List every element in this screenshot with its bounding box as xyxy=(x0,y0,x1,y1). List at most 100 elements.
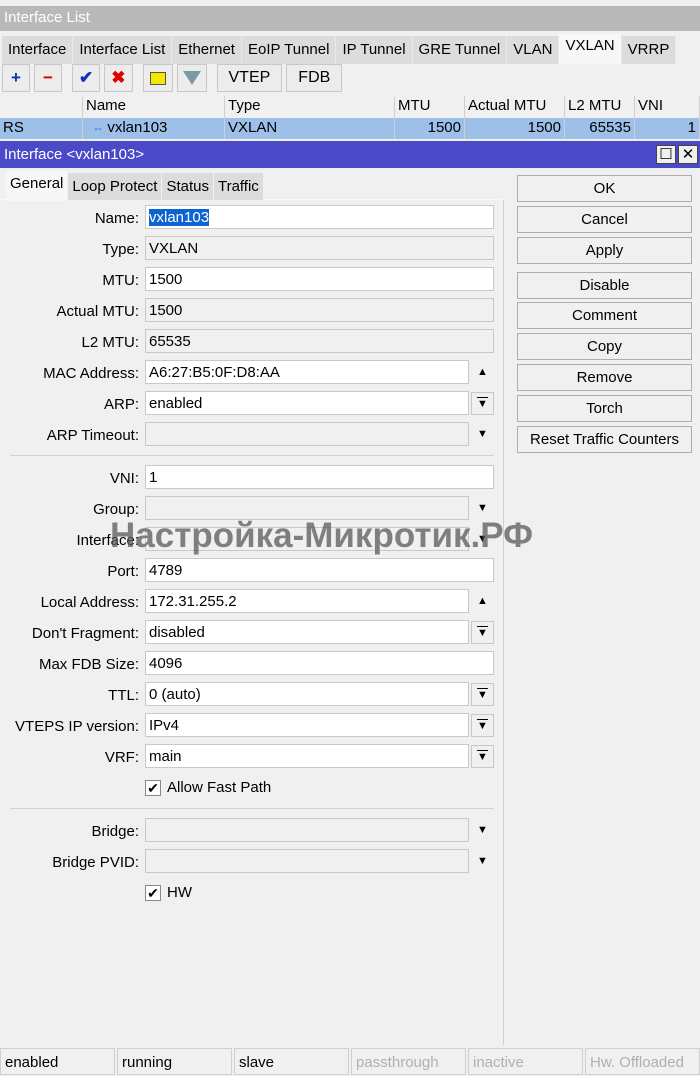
add-button[interactable]: + xyxy=(2,64,30,92)
ok-button[interactable]: OK xyxy=(517,175,692,202)
cancel-button[interactable]: Cancel xyxy=(517,205,692,233)
disable-button[interactable]: Disable xyxy=(517,271,692,299)
vteps-ip-version-field[interactable]: IPv4 xyxy=(145,713,469,737)
fdb-button[interactable]: FDB xyxy=(286,64,343,92)
mtu-field[interactable]: 1500 xyxy=(145,267,494,291)
apply-button[interactable]: Apply xyxy=(517,236,692,264)
dialog-title: Interface <vxlan103> xyxy=(4,146,145,163)
tab-interface-list[interactable]: Interface List xyxy=(73,36,173,64)
cell-mtu: 1500 xyxy=(395,118,465,139)
max-fdb-size-field[interactable]: 4096 xyxy=(145,651,494,675)
expand-down-icon[interactable]: ▼ xyxy=(471,819,494,842)
mtu-value: 1500 xyxy=(149,271,183,288)
copy-button[interactable]: Copy xyxy=(517,333,692,361)
dropdown-button[interactable]: ▼ xyxy=(471,392,494,415)
tab-traffic[interactable]: Traffic xyxy=(213,173,264,200)
dont-fragment-label: Don't Fragment: xyxy=(31,625,139,642)
comment-icon xyxy=(149,71,166,85)
port-value: 4789 xyxy=(149,562,183,579)
vtep-button[interactable]: VTEP xyxy=(216,64,283,92)
expand-down-icon[interactable]: ▼ xyxy=(471,850,494,873)
max-fdb-size-row: Max FDB Size: 4096 xyxy=(0,651,500,682)
tab-loop-protect[interactable]: Loop Protect xyxy=(68,173,163,200)
tab-interface[interactable]: Interface xyxy=(2,36,74,64)
maximize-button[interactable]: ☐ xyxy=(656,145,676,164)
expand-down-icon[interactable]: ▼ xyxy=(471,423,494,446)
arp-field[interactable]: enabled xyxy=(145,391,469,415)
dropdown-button[interactable]: ▼ xyxy=(471,683,494,706)
torch-button[interactable]: Torch xyxy=(517,394,692,422)
cell-value: RS xyxy=(3,119,24,136)
l2-mtu-value: 65535 xyxy=(149,333,191,350)
local-address-row: Local Address: 172.31.255.2 ▲ xyxy=(0,589,500,620)
vni-value: 1 xyxy=(149,469,158,486)
bridge-field[interactable] xyxy=(145,818,469,842)
bridge-pvid-label: Bridge PVID: xyxy=(52,854,139,871)
port-field[interactable]: 4789 xyxy=(145,558,494,582)
mac-address-field[interactable]: A6:27:B5:0F:D8:AA xyxy=(145,360,469,384)
name-field[interactable]: vxlan103 xyxy=(145,205,494,229)
column-header[interactable] xyxy=(0,96,83,118)
cell-value: VXLAN xyxy=(228,119,278,136)
tab-gre-tunnel[interactable]: GRE Tunnel xyxy=(412,36,508,64)
reset-traffic-counters-button[interactable]: Reset Traffic Counters xyxy=(517,425,692,453)
tab-vrrp[interactable]: VRRP xyxy=(621,36,677,64)
remove-button[interactable]: Remove xyxy=(517,363,692,391)
local-address-field[interactable]: 172.31.255.2 xyxy=(145,589,469,613)
tab-general[interactable]: General xyxy=(6,171,69,201)
arp-timeout-field[interactable] xyxy=(145,422,469,446)
ttl-field[interactable]: 0 (auto) xyxy=(145,682,469,706)
comment-button[interactable] xyxy=(142,64,173,92)
tab-status[interactable]: Status xyxy=(162,173,214,200)
column-header[interactable]: Name xyxy=(83,96,225,118)
filter-button[interactable] xyxy=(176,64,207,92)
tab-eoip-tunnel[interactable]: EoIP Tunnel xyxy=(241,36,337,64)
interface-tabs: Interface Interface List Ethernet EoIP Tunn… xyxy=(0,34,700,64)
column-header[interactable]: L2 MTU xyxy=(565,96,635,118)
dropdown-button[interactable]: ▼ xyxy=(471,714,494,737)
dont-fragment-row: Don't Fragment: disabled ▼ xyxy=(0,620,500,651)
enable-button[interactable]: ✔ xyxy=(72,64,101,92)
remove-button[interactable]: − xyxy=(34,64,62,92)
mac-address-label: MAC Address: xyxy=(43,365,139,382)
tab-vlan[interactable]: VLAN xyxy=(507,36,560,64)
interface-list-title: Interface List xyxy=(0,6,700,31)
expand-up-icon[interactable]: ▲ xyxy=(471,361,494,384)
l2-mtu-row: L2 MTU: 65535 xyxy=(0,329,500,360)
minus-icon: − xyxy=(43,68,53,87)
vrf-field[interactable]: main xyxy=(145,744,469,768)
tab-ip-tunnel[interactable]: IP Tunnel xyxy=(336,36,413,64)
dropdown-button[interactable]: ▼ xyxy=(471,745,494,768)
mac-address-value: A6:27:B5:0F:D8:AA xyxy=(149,364,280,381)
watermark: Настройка-Микротик.РФ xyxy=(110,516,533,555)
dont-fragment-field[interactable]: disabled xyxy=(145,620,469,644)
type-value: VXLAN xyxy=(149,240,199,257)
actual-mtu-row: Actual MTU: 1500 xyxy=(0,298,500,329)
bridge-pvid-field[interactable] xyxy=(145,849,469,873)
column-header[interactable]: VNI xyxy=(635,96,700,118)
arp-value: enabled xyxy=(149,395,203,412)
column-header[interactable]: MTU xyxy=(395,96,465,118)
allow-fast-path-checkbox[interactable]: ✔ Allow Fast Path xyxy=(145,779,271,796)
column-header[interactable]: Actual MTU xyxy=(465,96,565,118)
cell-type: VXLAN xyxy=(225,118,395,139)
table-header: Name Type MTU Actual MTU L2 MTU VNI xyxy=(0,96,700,118)
status-bar: enabled running slave passthrough inactive Hw… xyxy=(0,1048,700,1076)
vteps-ip-version-row: VTEPS IP version: IPv4 ▼ xyxy=(0,713,500,744)
hw-checkbox[interactable]: ✔ HW xyxy=(145,884,192,901)
column-header[interactable]: Type xyxy=(225,96,395,118)
dropdown-button[interactable]: ▼ xyxy=(471,621,494,644)
vni-row: VNI: 1 xyxy=(0,465,500,496)
close-button[interactable]: ✕ xyxy=(678,145,698,164)
name-row: Name: vxlan103 xyxy=(0,205,500,236)
expand-up-icon[interactable]: ▲ xyxy=(471,590,494,613)
comment-button[interactable]: Comment xyxy=(517,302,692,330)
tab-ethernet[interactable]: Ethernet xyxy=(172,36,242,64)
disable-button[interactable]: ✖ xyxy=(104,64,133,92)
tab-vxlan[interactable]: VXLAN xyxy=(559,34,622,64)
vni-field[interactable]: 1 xyxy=(145,465,494,489)
table-row[interactable]: RS ⇔ vxlan103 VXLAN 1500 1500 65535 1 xyxy=(0,118,700,139)
interface-form: Name: vxlan103 Type: VXLAN MTU: 1500 Actual MT… xyxy=(0,205,500,911)
vni-label: VNI: xyxy=(109,470,139,487)
cell-name: ⇔ vxlan103 xyxy=(83,118,225,139)
